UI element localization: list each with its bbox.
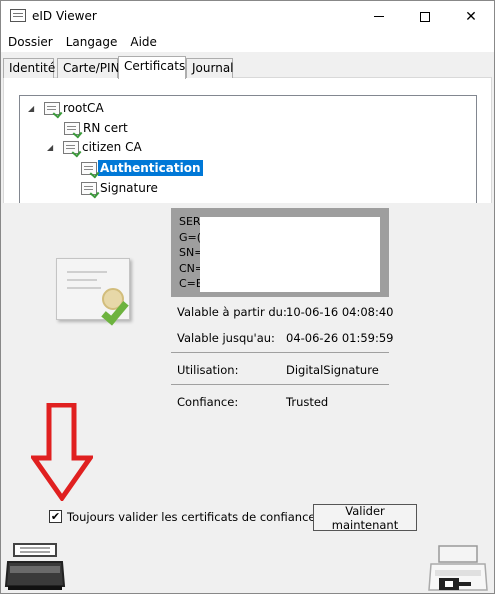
trust-label: Confiance: bbox=[177, 395, 239, 409]
usage-value: DigitalSignature bbox=[286, 363, 379, 377]
tree-node-label: rootCA bbox=[63, 101, 104, 115]
maximize-icon bbox=[420, 11, 430, 22]
tab-certificats[interactable]: Certificats bbox=[118, 56, 186, 79]
tree-node-rn-cert[interactable]: RN cert bbox=[64, 119, 130, 137]
certificate-icon bbox=[81, 161, 97, 175]
card-inserted-reader-icon bbox=[428, 545, 488, 591]
tree-node-rootca[interactable]: ◢ rootCA bbox=[28, 99, 106, 117]
expand-arrow-icon[interactable]: ◢ bbox=[47, 143, 57, 152]
tree-node-label: Authentication bbox=[98, 160, 203, 176]
subject-panel: SERI G=( SN= CN= C=B bbox=[171, 208, 389, 297]
validate-now-button[interactable]: Valider maintenant bbox=[313, 504, 417, 532]
close-icon: ✕ bbox=[465, 8, 477, 25]
menu-aide[interactable]: Aide bbox=[123, 32, 163, 52]
window-title: eID Viewer bbox=[32, 9, 97, 23]
valid-from-value: 10-06-16 04:08:40 bbox=[286, 305, 394, 319]
certificate-icon bbox=[81, 181, 97, 195]
main-window: eID Viewer ✕ Dossier Langage Aide Identi… bbox=[0, 0, 495, 594]
certificate-icon bbox=[63, 140, 79, 154]
maximize-button[interactable] bbox=[402, 1, 448, 32]
minimize-icon bbox=[374, 16, 384, 17]
minimize-button[interactable] bbox=[356, 1, 402, 32]
always-validate-checkbox[interactable]: ✔ bbox=[49, 510, 62, 523]
tree-node-signature[interactable]: Signature bbox=[81, 179, 160, 197]
usage-label: Utilisation: bbox=[177, 363, 239, 377]
tree-node-authentication[interactable]: Authentication bbox=[81, 159, 203, 177]
tab-journal[interactable]: Journal bbox=[186, 58, 234, 78]
certificate-tree[interactable]: ◢ rootCA RN cert ◢ citizen CA Authentica… bbox=[19, 95, 477, 203]
close-button[interactable]: ✕ bbox=[448, 1, 494, 32]
menu-bar: Dossier Langage Aide bbox=[1, 32, 494, 52]
always-validate-label[interactable]: Toujours valider les certificats de conf… bbox=[67, 510, 315, 524]
tree-node-label: citizen CA bbox=[82, 140, 142, 154]
app-icon bbox=[10, 9, 26, 22]
valid-to-value: 04-06-26 01:59:59 bbox=[286, 331, 394, 345]
tab-strip: Identité Carte/PIN Certificats Journal bbox=[1, 56, 494, 79]
tab-carte-pin[interactable]: Carte/PIN bbox=[57, 58, 120, 78]
certificate-icon bbox=[56, 258, 134, 328]
trust-value: Trusted bbox=[286, 395, 329, 409]
redaction-box bbox=[200, 217, 380, 292]
certificate-icon bbox=[44, 101, 60, 115]
expand-arrow-icon[interactable]: ◢ bbox=[28, 104, 38, 113]
card-reader-icon bbox=[4, 543, 66, 590]
tree-node-label: RN cert bbox=[83, 121, 128, 135]
tree-node-citizen-ca[interactable]: ◢ citizen CA bbox=[47, 138, 144, 156]
divider bbox=[171, 384, 389, 385]
menu-dossier[interactable]: Dossier bbox=[1, 32, 59, 52]
valid-from-label: Valable à partir du: bbox=[177, 305, 287, 319]
tree-node-label: Signature bbox=[100, 181, 158, 195]
menu-langage[interactable]: Langage bbox=[59, 32, 124, 52]
red-arrow-annotation bbox=[31, 403, 93, 501]
tab-identite[interactable]: Identité bbox=[3, 58, 55, 78]
certificate-icon bbox=[64, 121, 80, 135]
valid-to-label: Valable jusqu'au: bbox=[177, 331, 275, 345]
title-bar: eID Viewer ✕ bbox=[1, 1, 494, 32]
divider bbox=[171, 352, 389, 353]
